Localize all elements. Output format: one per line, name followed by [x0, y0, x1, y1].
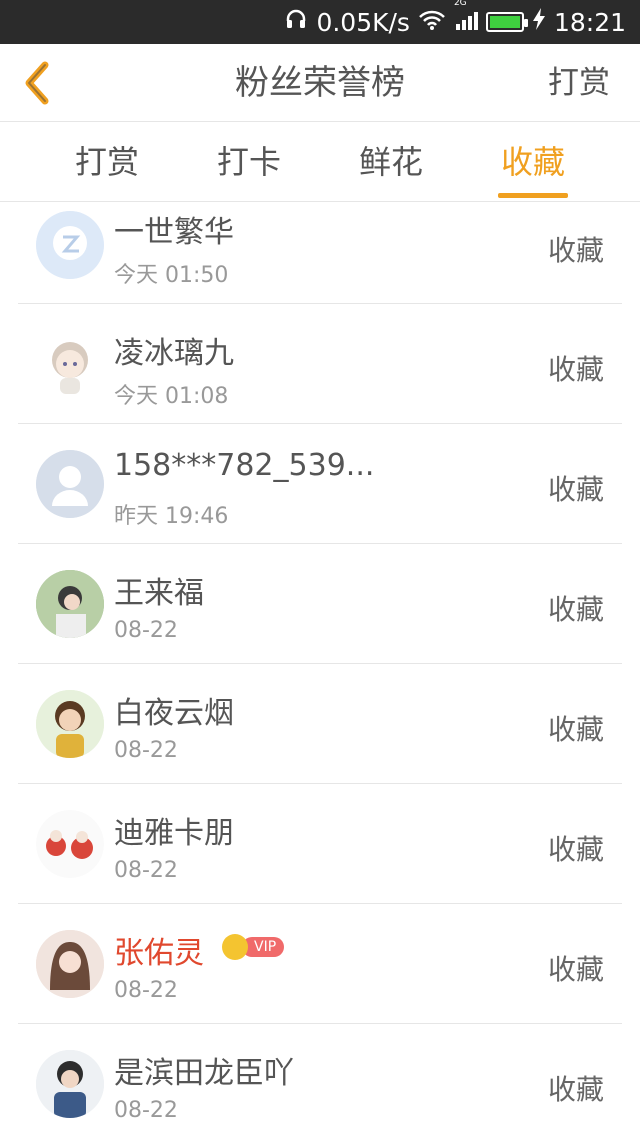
battery-icon: [485, 12, 528, 32]
crown-icon: [222, 934, 248, 960]
favorite-label: 收藏: [547, 593, 604, 626]
tab-favorites[interactable]: 收藏: [462, 122, 604, 202]
timestamp: 08-22: [114, 858, 178, 883]
user-name: 凌冰璃九: [114, 336, 234, 371]
signal-icon: 2G: [454, 0, 478, 37]
network-speed: 0.05K/s: [316, 7, 410, 37]
avatar: [36, 330, 104, 398]
tab-bar: 打赏 打卡 鲜花 收藏: [0, 122, 640, 202]
user-name: 158***782_539...: [114, 448, 375, 483]
timestamp: 昨天 19:46: [114, 504, 229, 529]
avatar: [36, 450, 104, 518]
list-item[interactable]: 白夜云烟 08-22 收藏: [18, 664, 622, 784]
nav-bar: 粉丝荣誉榜 打赏: [0, 44, 640, 122]
list-item[interactable]: 凌冰璃九 今天 01:08 收藏: [18, 304, 622, 424]
favorite-label: 收藏: [547, 1073, 604, 1106]
avatar: [36, 570, 104, 638]
reward-button[interactable]: 打赏: [548, 44, 610, 122]
tab-flowers[interactable]: 鲜花: [320, 122, 462, 202]
timestamp: 08-22: [114, 1098, 178, 1123]
timestamp: 08-22: [114, 978, 178, 1003]
avatar: [36, 690, 104, 758]
tab-reward[interactable]: 打赏: [36, 122, 178, 202]
favorite-label: 收藏: [547, 234, 604, 267]
favorite-label: 收藏: [547, 713, 604, 746]
tab-favorites-label: 收藏: [500, 143, 565, 181]
user-name: 一世繁华: [114, 215, 234, 250]
user-name: 张佑灵: [114, 936, 204, 971]
favorite-label: 收藏: [547, 953, 604, 986]
charging-icon: [532, 7, 546, 37]
avatar: [36, 211, 104, 279]
list-item[interactable]: 王来福 08-22 收藏: [18, 544, 622, 664]
headphone-icon: [284, 7, 308, 37]
timestamp: 08-22: [114, 618, 178, 643]
vip-badge: VIP: [222, 934, 285, 960]
status-bar: 0.05K/s 2G 18:21: [0, 0, 640, 44]
page-title: 粉丝荣誉榜: [235, 63, 405, 103]
avatar: [36, 930, 104, 998]
user-name: 是滨田龙臣吖: [114, 1056, 294, 1091]
user-name: 白夜云烟: [114, 696, 234, 731]
list-item[interactable]: 迪雅卡朋 08-22 收藏: [18, 784, 622, 904]
network-type: 2G: [453, 0, 467, 8]
list-item[interactable]: 一世繁华 今天 01:50 收藏: [18, 203, 622, 304]
list-item[interactable]: 张佑灵 VIP 08-22 收藏: [18, 904, 622, 1024]
timestamp: 今天 01:08: [114, 384, 229, 409]
wifi-icon: [418, 8, 446, 37]
favorite-label: 收藏: [547, 353, 604, 386]
favorite-label: 收藏: [547, 473, 604, 506]
favorite-label: 收藏: [547, 833, 604, 866]
clock: 18:21: [553, 7, 626, 37]
vip-label: VIP: [242, 937, 285, 957]
user-name: 王来福: [114, 576, 204, 611]
timestamp: 今天 01:50: [114, 263, 229, 288]
timestamp: 08-22: [114, 738, 178, 763]
tab-checkin[interactable]: 打卡: [178, 122, 320, 202]
user-name: 迪雅卡朋: [114, 816, 234, 851]
tab-active-indicator: [498, 193, 568, 198]
list-item[interactable]: 是滨田龙臣吖 08-22 收藏: [18, 1024, 622, 1138]
fan-list: 一世繁华 今天 01:50 收藏 凌冰璃九 今天 01:08 收藏 158***…: [0, 203, 640, 1138]
list-item[interactable]: 158***782_539... 昨天 19:46 收藏: [18, 424, 622, 544]
avatar: [36, 810, 104, 878]
avatar: [36, 1050, 104, 1118]
